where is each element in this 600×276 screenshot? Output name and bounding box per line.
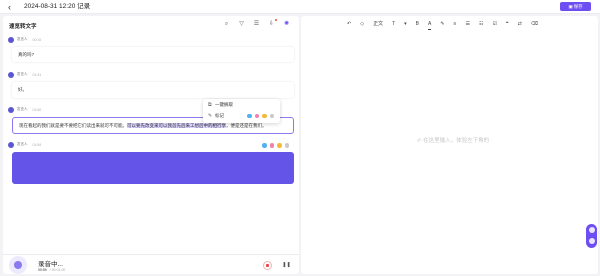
chevron-left-icon[interactable]: ‹	[8, 1, 11, 13]
speaker-name: 发言人	[17, 142, 28, 146]
save-icon: ▣	[568, 4, 573, 9]
top-bar: ‹ 2024-08-31 12:20 记录 ▣保存	[0, 0, 600, 14]
message-bubble-highlighted[interactable]	[12, 152, 294, 184]
highlight-color-picker	[262, 143, 289, 148]
text-color-icon[interactable]: A	[428, 20, 432, 30]
ai-icon[interactable]: ✺	[282, 20, 291, 29]
assistant-settings-icon	[588, 238, 595, 244]
recording-status: 录音中...	[38, 261, 63, 268]
ai-assistant-widget[interactable]	[586, 224, 597, 248]
message-text-tail: ，便是还是在我们。	[226, 123, 267, 128]
message-bubble[interactable]: 真的吗?	[12, 47, 294, 62]
document-title: 2024-08-31 12:20 记录	[24, 3, 91, 10]
timestamp: 01:54	[32, 142, 42, 147]
avatar	[8, 36, 14, 43]
message-header: 发言人 00:10	[8, 36, 41, 43]
save-button-label: 保存	[573, 4, 583, 9]
assistant-icon	[588, 227, 595, 233]
speaker-name: 发言人	[17, 107, 28, 111]
editor-panel: ↶ ◇ 正文 T ▾ B A ✎ ≡ ☰ ☷ ☑ ❝ ⇄ ⌫ ✍ 在这里输入，体…	[301, 16, 598, 274]
selection-popup-menu: ⧉ 一键摘取 ✎ 标记	[203, 99, 280, 123]
message-bubble[interactable]: 好。	[12, 82, 294, 98]
undo-icon[interactable]: ↶	[347, 20, 351, 29]
avatar	[8, 141, 14, 148]
popup-item-mark[interactable]: ✎ 标记	[208, 112, 274, 120]
popup-item-extract[interactable]: ⧉ 一键摘取	[208, 101, 233, 109]
avatar	[8, 106, 14, 113]
panel-title: 速览转文字	[9, 24, 37, 30]
color-dot-yellow[interactable]	[277, 143, 282, 148]
transcript-toolbar: ⌕ ▽ ☰ ⇩ ✺	[222, 19, 291, 29]
search-icon[interactable]: ⌕	[222, 20, 231, 29]
transcript-panel: 速览转文字 ⌕ ▽ ☰ ⇩ ✺ 发言人 00:10 真的吗? 发言人 01:41…	[3, 16, 299, 274]
format-painter-icon[interactable]: ◇	[360, 20, 364, 29]
bold-icon[interactable]: B	[416, 20, 419, 29]
speaker-name: 发言人	[17, 37, 28, 41]
filter-icon[interactable]: ▽	[237, 20, 246, 29]
export-icon[interactable]: ⇩	[267, 19, 277, 29]
highlighted-text[interactable]: 可以要先改变来可以我首先后来工想后中的相行享	[127, 123, 226, 128]
message-header: 发言人 01:54	[8, 141, 41, 148]
editor-toolbar: ↶ ◇ 正文 T ▾ B A ✎ ≡ ☰ ☷ ☑ ❝ ⇄ ⌫	[347, 20, 538, 30]
color-dot-yellow[interactable]	[262, 113, 267, 119]
recording-total-time: / 00:01:00	[49, 268, 66, 272]
color-dot-pink[interactable]	[254, 113, 259, 119]
timestamp: 01:41	[32, 72, 42, 77]
timestamp: 00:10	[32, 37, 42, 42]
message-text: 真的吗?	[18, 52, 35, 57]
align-icon[interactable]: ≡	[454, 20, 457, 29]
save-button[interactable]: ▣保存	[560, 2, 591, 11]
recording-time: 00:59/ 00:01:00	[38, 268, 65, 272]
checkbox-icon[interactable]: ☑	[492, 20, 496, 29]
pen-icon: ✎	[208, 113, 213, 119]
microphone-icon	[9, 256, 27, 274]
timestamp: 01:50	[32, 107, 42, 112]
avatar	[8, 71, 14, 78]
color-dot-gray[interactable]	[284, 143, 289, 148]
font-size-select[interactable]: T	[392, 20, 395, 29]
copy-icon: ⧉	[208, 102, 212, 108]
stop-recording-button[interactable]	[263, 261, 272, 270]
recording-current-time: 00:59	[38, 268, 47, 272]
message-header: 发言人 01:41	[8, 71, 41, 78]
editor-placeholder[interactable]: ✍ 在这里输入，体验左下角的	[417, 136, 489, 144]
pause-icon[interactable]: ❚❚	[282, 261, 291, 270]
popup-item-label: 一键摘取	[215, 102, 233, 107]
bullet-list-icon[interactable]: ☰	[465, 20, 469, 29]
recording-bar: 录音中... 00:59/ 00:01:00 ❚❚	[3, 254, 299, 274]
popup-item-label: 标记	[215, 113, 224, 118]
list-icon[interactable]: ☰	[252, 20, 261, 29]
color-dot-blue[interactable]	[247, 113, 252, 119]
numbered-list-icon[interactable]: ☷	[479, 20, 483, 29]
speaker-name: 发言人	[17, 72, 28, 76]
message-text: 好。	[18, 87, 27, 92]
message-header: 发言人 01:50	[8, 106, 41, 113]
mark-color-picker	[247, 113, 274, 119]
message-text: 现在看起的我们就是要不要把它们读出来就可不可能。	[19, 123, 127, 128]
color-dot-blue[interactable]	[262, 143, 267, 148]
clear-format-icon[interactable]: ⌫	[531, 20, 538, 29]
quote-icon[interactable]: ❝	[506, 20, 509, 29]
highlight-pen-icon[interactable]: ✎	[440, 20, 444, 29]
color-dot-gray[interactable]	[269, 113, 274, 119]
link-icon[interactable]: ⇄	[518, 20, 522, 29]
chevron-down-icon[interactable]: ▾	[404, 20, 407, 29]
paragraph-style-select[interactable]: 正文	[373, 20, 383, 29]
color-dot-pink[interactable]	[269, 143, 274, 148]
